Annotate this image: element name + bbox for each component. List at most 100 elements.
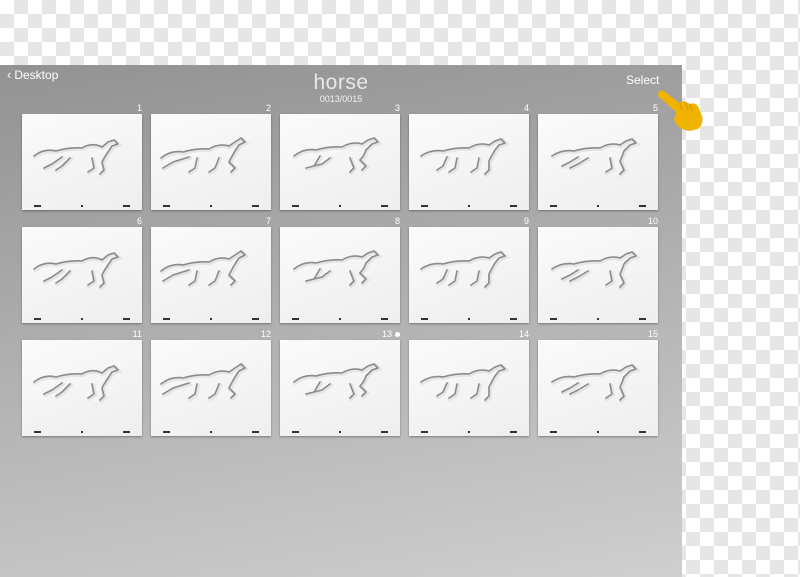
tick-mark	[34, 318, 41, 320]
frame-number-label: 9	[523, 216, 529, 226]
tick-mark	[34, 431, 41, 433]
select-button[interactable]: Select	[626, 73, 659, 87]
frame-card	[409, 227, 529, 323]
frame-thumbnail[interactable]: 2	[151, 103, 271, 213]
frame-card	[22, 340, 142, 436]
frame-card	[151, 114, 271, 210]
frame-number-label: 14	[518, 329, 529, 339]
frame-card	[22, 114, 142, 210]
frame-number-label: 4	[523, 103, 529, 113]
frame-number: 14	[519, 329, 529, 339]
tick-mark	[381, 431, 388, 433]
frame-number: 8	[395, 216, 400, 226]
frame-thumbnail[interactable]: 9	[409, 216, 529, 326]
frame-number-label: 13	[381, 329, 392, 339]
frame-number-label: 7	[265, 216, 271, 226]
frame-number-label: 1	[136, 103, 142, 113]
project-title: horse	[313, 71, 369, 94]
frame-thumbnail[interactable]: 3	[280, 103, 400, 213]
tick-mark	[292, 431, 299, 433]
tick-mark	[34, 205, 41, 207]
tick-mark	[468, 205, 470, 207]
tick-mark	[210, 318, 212, 320]
frame-number: 9	[524, 216, 529, 226]
tick-mark	[210, 431, 212, 433]
tick-mark	[81, 318, 83, 320]
tick-mark	[550, 431, 557, 433]
frame-card	[22, 227, 142, 323]
frame-grid: 1 2 3 4 5 6 7 8 9 10 11 12 13 14 15	[22, 103, 658, 439]
horse-sketch	[160, 136, 250, 175]
frame-thumbnail[interactable]: 15	[538, 329, 658, 439]
frame-card	[409, 114, 529, 210]
tick-mark	[123, 318, 130, 320]
tick-mark	[510, 318, 517, 320]
frame-card	[538, 114, 658, 210]
frame-card	[151, 227, 271, 323]
tick-mark	[123, 205, 130, 207]
frame-number: 1	[137, 103, 142, 113]
frame-thumbnail[interactable]: 12	[151, 329, 271, 439]
tick-mark	[163, 431, 170, 433]
frame-number: 4	[524, 103, 529, 113]
tick-mark	[252, 318, 259, 320]
horse-sketch	[33, 138, 123, 177]
tick-mark	[510, 205, 517, 207]
frame-thumbnail[interactable]: 5	[538, 103, 658, 213]
frame-number: 2	[266, 103, 271, 113]
frame-number-label: 11	[132, 329, 142, 339]
frame-number-label: 8	[394, 216, 400, 226]
frame-thumbnail[interactable]: 4	[409, 103, 529, 213]
tick-mark	[123, 431, 130, 433]
tick-mark	[639, 431, 646, 433]
tick-mark	[381, 205, 388, 207]
frame-thumbnail[interactable]: 14	[409, 329, 529, 439]
frame-thumbnail[interactable]: 8	[280, 216, 400, 326]
tick-mark	[597, 318, 599, 320]
horse-sketch	[293, 249, 383, 288]
frame-thumbnail[interactable]: 1	[22, 103, 142, 213]
tick-mark	[550, 318, 557, 320]
frame-number: 11	[133, 329, 142, 339]
tick-mark	[81, 205, 83, 207]
frame-number: 10	[648, 216, 658, 226]
tick-mark	[339, 318, 341, 320]
frame-number: 3	[395, 103, 400, 113]
frame-number-label: 3	[394, 103, 400, 113]
tick-mark	[550, 205, 557, 207]
app-window: ‹ Desktop horse 0013/0015 Select 1234567…	[0, 65, 682, 577]
tick-mark	[339, 431, 341, 433]
frame-card	[280, 114, 400, 210]
tick-mark	[381, 318, 388, 320]
tick-mark	[421, 205, 428, 207]
horse-sketch	[420, 363, 510, 403]
tick-mark	[421, 431, 428, 433]
frame-number-label: 12	[260, 329, 271, 339]
tick-mark	[597, 205, 599, 207]
frame-card	[151, 340, 271, 436]
horse-sketch	[551, 137, 641, 177]
frame-thumbnail[interactable]: 6	[22, 216, 142, 326]
frame-thumbnail[interactable]: 11	[22, 329, 142, 439]
frame-thumbnail[interactable]: 13	[280, 329, 400, 439]
tick-mark	[639, 205, 646, 207]
frame-thumbnail[interactable]: 10	[538, 216, 658, 326]
tick-mark	[81, 431, 83, 433]
frame-card	[538, 340, 658, 436]
frame-number: 7	[266, 216, 271, 226]
tick-mark	[292, 205, 299, 207]
tick-mark	[210, 205, 212, 207]
horse-sketch	[420, 137, 510, 177]
tick-mark	[468, 431, 470, 433]
tick-mark	[421, 318, 428, 320]
frame-card	[280, 227, 400, 323]
frame-number: 13	[382, 329, 400, 339]
tick-mark	[597, 431, 599, 433]
tick-mark	[639, 318, 646, 320]
tick-mark	[510, 431, 517, 433]
horse-sketch	[551, 250, 641, 290]
horse-sketch	[293, 362, 383, 401]
frame-thumbnail[interactable]: 7	[151, 216, 271, 326]
horse-sketch	[33, 364, 123, 403]
horse-sketch	[33, 251, 123, 290]
